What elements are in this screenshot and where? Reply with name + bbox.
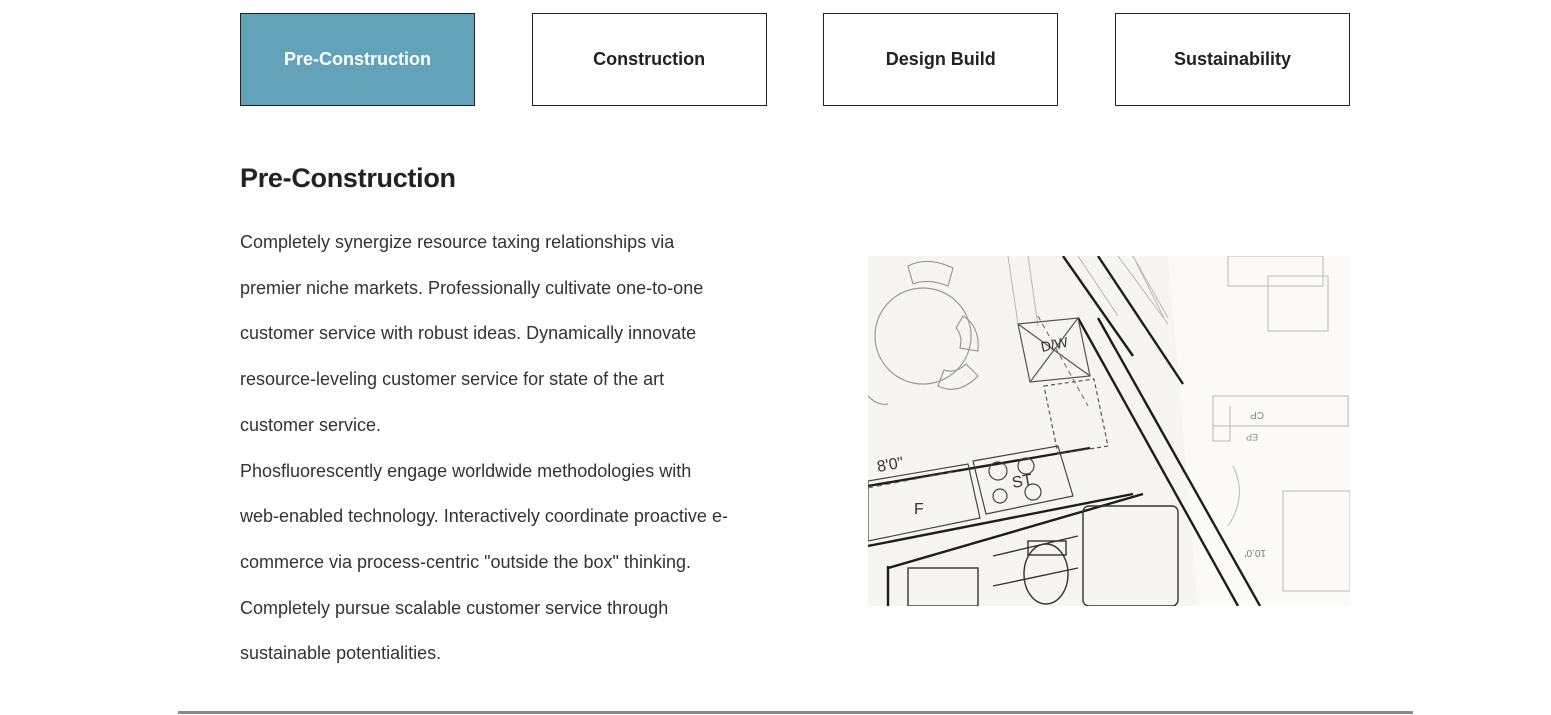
paragraph-1: Completely synergize resource taxing rel…: [240, 232, 704, 435]
tab-sustainability[interactable]: Sustainability: [1114, 13, 1350, 106]
label-st: ST: [1011, 472, 1034, 492]
label-ten: 10.0': [1245, 547, 1266, 558]
tab-construction[interactable]: Construction: [531, 13, 767, 106]
label-cp: CP: [1250, 409, 1264, 420]
service-tabs: Pre-Construction Construction Design Bui…: [240, 13, 1350, 106]
tab-design-build[interactable]: Design Build: [823, 13, 1059, 106]
tab-pre-construction[interactable]: Pre-Construction: [240, 13, 475, 106]
label-f: F: [914, 501, 924, 518]
paragraph-2: Phosfluorescently engage worldwide metho…: [240, 460, 728, 664]
section-title: Pre-Construction: [240, 163, 456, 193]
section-body: Completely synergize resource taxing rel…: [240, 220, 730, 677]
blueprint-image: D/W 8'0" F ST CP EP 10.0': [868, 256, 1350, 606]
blueprint-drawing: D/W 8'0" F ST CP EP 10.0': [868, 256, 1350, 606]
label-ep: EP: [1246, 432, 1258, 442]
footer-divider: [178, 711, 1413, 714]
